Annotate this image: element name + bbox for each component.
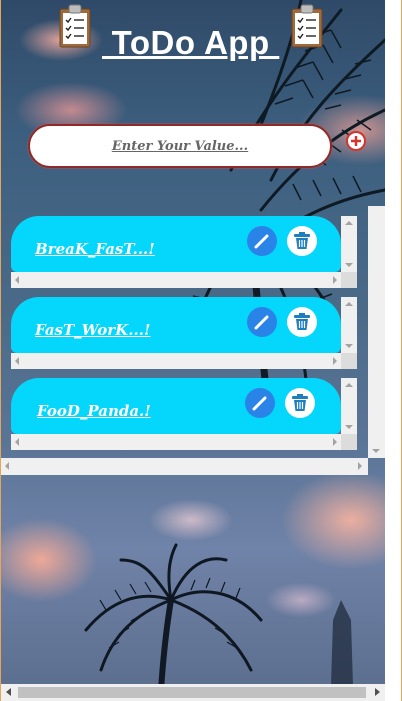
scrollbar-thumb[interactable]	[18, 687, 366, 698]
todo-item: FooD_Panda.!	[11, 378, 357, 450]
trash-icon	[294, 232, 310, 249]
scroll-corner	[341, 272, 357, 288]
todo-item-text: FasT_WorK...!	[35, 321, 151, 339]
todo-item-text: BreaK_FasT...!	[35, 240, 155, 258]
pencil-icon	[254, 315, 269, 330]
todo-input[interactable]	[30, 126, 330, 166]
scroll-corner	[341, 434, 357, 450]
todo-item-body: FasT_WorK...!	[11, 297, 341, 353]
scroll-corner	[341, 353, 357, 369]
todo-item-body: FooD_Panda.!	[11, 378, 341, 434]
item-horizontal-scrollbar[interactable]	[11, 434, 341, 450]
page-horizontal-scrollbar[interactable]	[1, 684, 385, 701]
clipboard-checklist-icon	[291, 4, 323, 48]
list-horizontal-scrollbar[interactable]	[1, 458, 368, 475]
item-vertical-scrollbar[interactable]	[341, 378, 357, 434]
item-horizontal-scrollbar[interactable]	[11, 272, 341, 288]
delete-button[interactable]	[285, 388, 315, 418]
trash-icon	[292, 394, 308, 411]
pencil-icon	[252, 396, 267, 411]
page-title: ToDo App	[102, 24, 280, 61]
item-horizontal-scrollbar[interactable]	[11, 353, 341, 369]
pencil-icon	[254, 234, 269, 249]
page-right-gutter	[385, 0, 401, 701]
edit-button[interactable]	[247, 307, 277, 337]
todo-item-text: FooD_Panda.!	[37, 402, 151, 420]
todo-input-container	[28, 124, 332, 168]
delete-button[interactable]	[287, 307, 317, 337]
delete-button[interactable]	[287, 226, 317, 256]
list-vertical-scrollbar[interactable]	[368, 206, 385, 458]
clipboard-checklist-icon	[59, 4, 91, 48]
edit-button[interactable]	[245, 388, 275, 418]
todo-item-body: BreaK_FasT...!	[11, 216, 341, 272]
trash-icon	[294, 313, 310, 330]
todo-item: BreaK_FasT...!	[11, 216, 357, 288]
item-vertical-scrollbar[interactable]	[341, 297, 357, 353]
add-circle-icon	[351, 136, 361, 146]
todo-list: BreaK_FasT...! FasT_WorK...! FooD_Panda.…	[1, 206, 385, 476]
add-button[interactable]	[346, 131, 366, 151]
item-vertical-scrollbar[interactable]	[341, 216, 357, 272]
header: ToDo App	[56, 4, 336, 61]
edit-button[interactable]	[247, 226, 277, 256]
todo-item: FasT_WorK...!	[11, 297, 357, 369]
